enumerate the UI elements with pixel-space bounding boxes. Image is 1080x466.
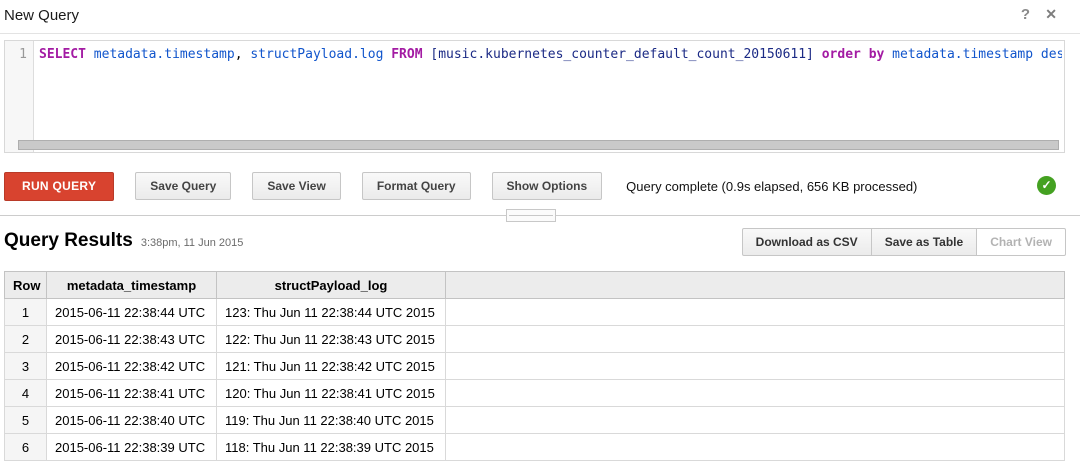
editor-horizontal-scrollbar xyxy=(18,140,1059,150)
filler-cell xyxy=(446,299,1065,326)
query-toolbar: RUN QUERY Save Query Save View Format Quer… xyxy=(4,171,1076,201)
results-title: Query Results xyxy=(4,230,133,251)
page-title: New Query xyxy=(4,7,79,24)
filler-cell xyxy=(446,353,1065,380)
row-number-cell: 1 xyxy=(5,299,47,326)
data-cell: 2015-06-11 22:38:39 UTC xyxy=(47,434,217,461)
data-cell: 120: Thu Jun 11 22:38:41 UTC 2015 xyxy=(217,380,446,407)
row-number-cell: 5 xyxy=(5,407,47,434)
table-row: 22015-06-11 22:38:43 UTC122: Thu Jun 11 … xyxy=(5,326,1065,353)
save-view-button[interactable]: Save View xyxy=(252,172,341,200)
table-row: 42015-06-11 22:38:41 UTC120: Thu Jun 11 … xyxy=(5,380,1065,407)
sql-token-plain xyxy=(814,47,822,62)
sql-editor[interactable]: 1 SELECT metadata.timestamp, structPaylo… xyxy=(4,40,1065,153)
filler-cell xyxy=(446,407,1065,434)
sql-token-plain xyxy=(86,47,94,62)
query-status-text: Query complete (0.9s elapsed, 656 KB pro… xyxy=(626,179,917,194)
row-number-cell: 2 xyxy=(5,326,47,353)
close-icon[interactable]: ✕ xyxy=(1045,6,1057,23)
show-options-button[interactable]: Show Options xyxy=(492,172,603,200)
results-header: Query Results 3:38pm, 11 Jun 2015 Downloa… xyxy=(4,226,1076,260)
help-icon[interactable]: ? xyxy=(1021,6,1030,23)
data-cell: 2015-06-11 22:38:44 UTC xyxy=(47,299,217,326)
sql-token-table: [music.kubernetes_counter_default_count_… xyxy=(430,47,814,62)
data-cell: 121: Thu Jun 11 22:38:42 UTC 2015 xyxy=(217,353,446,380)
sql-token-identifier: metadata.timestamp xyxy=(94,47,235,62)
sql-token-identifier: des xyxy=(1041,47,1062,62)
run-query-button[interactable]: RUN QUERY xyxy=(4,172,114,201)
column-header-row: Row xyxy=(5,272,47,299)
panel-header: New Query ? ✕ xyxy=(0,0,1080,34)
sql-token-plain: , xyxy=(235,47,251,62)
sql-code-line: SELECT metadata.timestamp, structPayload… xyxy=(39,47,1062,62)
results-title-row: Query Results 3:38pm, 11 Jun 2015 xyxy=(4,230,243,252)
column-header-structpayload_log: structPayload_log xyxy=(217,272,446,299)
data-cell: 2015-06-11 22:38:43 UTC xyxy=(47,326,217,353)
format-query-button[interactable]: Format Query xyxy=(362,172,471,200)
bigquery-compose-page: New Query ? ✕ 1 SELECT metadata.timestam… xyxy=(0,0,1080,466)
scrollbar-thumb[interactable] xyxy=(18,140,1059,150)
filler-cell xyxy=(446,434,1065,461)
results-table-body: 12015-06-11 22:38:44 UTC123: Thu Jun 11 … xyxy=(5,299,1065,461)
sql-token-plain xyxy=(1033,47,1041,62)
sql-token-identifier: metadata.timestamp xyxy=(892,47,1033,62)
row-number-cell: 4 xyxy=(5,380,47,407)
column-header-metadata_timestamp: metadata_timestamp xyxy=(47,272,217,299)
sql-code-area[interactable]: SELECT metadata.timestamp, structPayload… xyxy=(39,47,1062,67)
editor-gutter: 1 xyxy=(5,41,34,152)
row-number-cell: 6 xyxy=(5,434,47,461)
sql-token-keyword: order xyxy=(822,47,861,62)
success-check-icon: ✓ xyxy=(1037,176,1056,195)
save-as-table-button[interactable]: Save as Table xyxy=(871,228,978,256)
line-number: 1 xyxy=(19,47,27,62)
table-row: 62015-06-11 22:38:39 UTC118: Thu Jun 11 … xyxy=(5,434,1065,461)
sql-token-keyword: FROM xyxy=(391,47,422,62)
filler-cell xyxy=(446,326,1065,353)
download-as-csv-button[interactable]: Download as CSV xyxy=(742,228,872,256)
results-timestamp: 3:38pm, 11 Jun 2015 xyxy=(141,237,244,249)
sql-token-identifier: structPayload.log xyxy=(250,47,383,62)
row-number-cell: 3 xyxy=(5,353,47,380)
data-cell: 2015-06-11 22:38:40 UTC xyxy=(47,407,217,434)
data-cell: 2015-06-11 22:38:42 UTC xyxy=(47,353,217,380)
sql-token-keyword: by xyxy=(869,47,885,62)
chart-view-button: Chart View xyxy=(976,228,1066,256)
sql-token-plain xyxy=(861,47,869,62)
toolbar-secondary-buttons: Save Query Save View Format Query Show Opti… xyxy=(114,172,602,200)
filler-cell xyxy=(446,380,1065,407)
table-row: 32015-06-11 22:38:42 UTC121: Thu Jun 11 … xyxy=(5,353,1065,380)
data-cell: 119: Thu Jun 11 22:38:40 UTC 2015 xyxy=(217,407,446,434)
table-row: 12015-06-11 22:38:44 UTC123: Thu Jun 11 … xyxy=(5,299,1065,326)
results-table-head-row: Rowmetadata_timestampstructPayload_log xyxy=(5,272,1065,299)
save-query-button[interactable]: Save Query xyxy=(135,172,231,200)
table-row: 52015-06-11 22:38:40 UTC119: Thu Jun 11 … xyxy=(5,407,1065,434)
sql-token-keyword: SELECT xyxy=(39,47,86,62)
data-cell: 123: Thu Jun 11 22:38:44 UTC 2015 xyxy=(217,299,446,326)
resize-grip-handle[interactable] xyxy=(506,209,556,222)
data-cell: 2015-06-11 22:38:41 UTC xyxy=(47,380,217,407)
column-header-filler xyxy=(446,272,1065,299)
data-cell: 122: Thu Jun 11 22:38:43 UTC 2015 xyxy=(217,326,446,353)
results-table: Rowmetadata_timestampstructPayload_log 1… xyxy=(4,271,1065,461)
data-cell: 118: Thu Jun 11 22:38:39 UTC 2015 xyxy=(217,434,446,461)
sql-token-plain xyxy=(884,47,892,62)
results-action-group: Download as CSVSave as TableChart View xyxy=(742,228,1066,256)
